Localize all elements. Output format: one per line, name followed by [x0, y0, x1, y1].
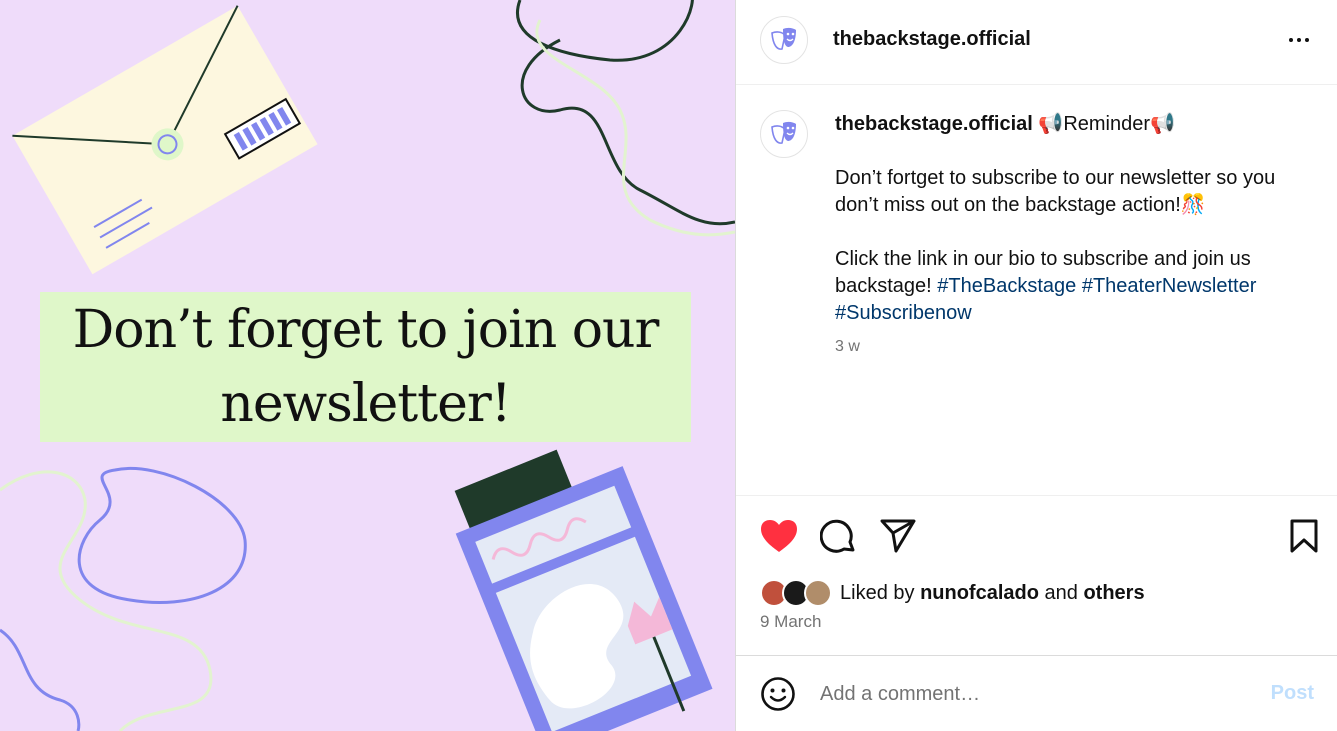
- caption-avatar[interactable]: [760, 110, 808, 158]
- heart-filled-icon[interactable]: [758, 516, 800, 556]
- liker-username[interactable]: nunofcalado: [920, 582, 1039, 604]
- megaphone-emoji: 📢: [1150, 113, 1175, 135]
- caption-paragraph: Don’t fortget to subscribe to our newsle…: [835, 167, 1276, 216]
- decorative-curve: [77, 467, 247, 604]
- envelope-illustration: [12, 5, 318, 275]
- post-image[interactable]: Don’t forget to join our newsletter!: [0, 0, 735, 731]
- likes-conjunction: and: [1044, 581, 1078, 604]
- more-options-icon[interactable]: [1284, 28, 1314, 52]
- header-username[interactable]: thebackstage.official: [833, 28, 1031, 51]
- theater-masks-icon: [771, 121, 796, 144]
- likes-others-link[interactable]: others: [1083, 582, 1144, 604]
- post-button[interactable]: Post: [1271, 682, 1314, 705]
- post-date[interactable]: 9 March: [760, 612, 821, 632]
- likes-text: Liked by nunofcalado and others: [840, 582, 1145, 605]
- share-icon[interactable]: [878, 516, 918, 556]
- likes-row: Liked by nunofcalado and others: [760, 576, 1145, 610]
- caption-timestamp[interactable]: 3 w: [835, 338, 860, 356]
- caption-username[interactable]: thebackstage.official: [835, 113, 1033, 135]
- comment-icon[interactable]: [818, 516, 858, 556]
- caption-title: Reminder: [1063, 113, 1151, 135]
- decorative-curve: [0, 628, 81, 731]
- post-caption: thebackstage.official 📢Reminder📢 Don’t f…: [835, 111, 1295, 327]
- smiley-icon[interactable]: [758, 674, 798, 714]
- comment-bar: Post: [736, 655, 1337, 731]
- comment-input[interactable]: [820, 676, 1260, 712]
- avatar[interactable]: [760, 16, 808, 64]
- magazine-illustration: [454, 449, 713, 731]
- headline-text: Don’t forget to join our newsletter!: [72, 300, 660, 434]
- headline-box: Don’t forget to join our newsletter!: [40, 292, 691, 442]
- avatar[interactable]: [804, 579, 832, 607]
- theater-masks-icon: [771, 27, 796, 50]
- hashtag-link[interactable]: #TheBackstage: [937, 275, 1076, 297]
- hashtag-link[interactable]: #Subscribenow: [835, 302, 972, 324]
- confetti-emoji: 🎊: [1180, 194, 1206, 216]
- liker-avatars[interactable]: [760, 577, 836, 609]
- bookmark-icon[interactable]: [1286, 516, 1322, 556]
- hashtag-link[interactable]: #TheaterNewsletter: [1082, 275, 1257, 297]
- post-header: thebackstage.official: [736, 0, 1337, 85]
- likes-prefix: Liked by: [840, 581, 915, 604]
- actions-bar: [736, 495, 1337, 655]
- post-details-panel: thebackstage.official thebackstage.offic…: [735, 0, 1337, 731]
- megaphone-emoji: 📢: [1038, 113, 1064, 135]
